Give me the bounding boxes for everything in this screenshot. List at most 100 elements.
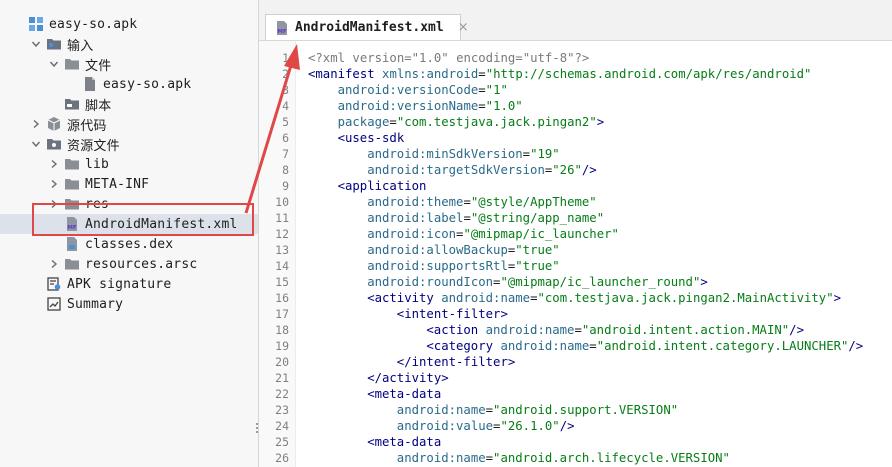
code-token-plain: = [463, 195, 471, 209]
code-token-attr: android:name [441, 291, 531, 305]
code-token-attr: android:versionCode [337, 83, 479, 97]
tree-item-label: 资源文件 [67, 138, 120, 154]
tree-item-res[interactable]: res [0, 194, 258, 214]
editor-tab-bar: MF AndroidManifest.xml × [259, 0, 892, 41]
code-token-plain: = [574, 323, 582, 337]
code-line: <action android:name="android.intent.act… [426, 322, 804, 338]
folder-icon [64, 56, 80, 72]
tree-item-easy-so-apk[interactable]: easy-so.apk [0, 74, 258, 94]
code-token-attr: android:value [396, 419, 494, 433]
tree-item-summary[interactable]: Summary [0, 294, 258, 314]
input-folder-icon [46, 36, 62, 52]
project-tree[interactable]: easy-so.apk 输入 文件 easy-so.apk 脚本 源代码 资源文件 lib ME… [0, 0, 259, 467]
code-token-str: "true" [515, 259, 560, 273]
code-token-str: "26" [552, 163, 582, 177]
code-token-tag: > [700, 275, 708, 289]
code-token-attr: android:versionName [337, 99, 479, 113]
code-token-tag: > [596, 115, 605, 129]
code-token-attr: android:roundIcon [367, 275, 494, 289]
dex-file-icon [64, 236, 80, 252]
line-number: 17 [275, 307, 289, 321]
line-number: 25 [275, 435, 289, 449]
tree-item-label: 脚本 [85, 98, 112, 114]
code-token-str: "http://schemas.android.com/apk/res/andr… [485, 67, 812, 81]
tree-item-classes-dex[interactable]: classes.dex [0, 234, 258, 254]
tree-item-5[interactable]: 源代码 [0, 114, 258, 134]
code-line: android:theme="@style/AppTheme" [367, 194, 597, 210]
signature-icon [46, 276, 62, 292]
tree-item-4[interactable]: 脚本 [0, 94, 258, 114]
line-number-gutter: 1 2 3 4 5 6 7 8 9 10 11 12 13 14 15 16 17 18 19 20 21 22 23 24 2… [256, 41, 296, 467]
line-number: 4 [282, 99, 289, 113]
tree-item-lib[interactable]: lib [0, 154, 258, 174]
code-line: </intent-filter> [397, 354, 515, 370]
code-token-attr: android:name [485, 323, 575, 337]
chevron-down-icon[interactable] [30, 138, 42, 150]
tree-item-1[interactable]: 输入 [0, 34, 258, 54]
line-number: 13 [275, 243, 289, 257]
chevron-down-icon[interactable] [48, 58, 60, 70]
code-token-plain: = [522, 147, 531, 161]
folder-icon [64, 176, 80, 192]
line-number: 21 [275, 371, 289, 385]
code-token-str: "android.support.VERSION" [493, 403, 679, 417]
tree-item-meta-inf[interactable]: META-INF [0, 174, 258, 194]
line-number: 9 [282, 179, 289, 193]
line-number: 1 [282, 51, 289, 65]
code-token-tag: </intent-filter> [396, 355, 516, 369]
code-token-plain: = [478, 67, 486, 81]
folder-icon [64, 196, 80, 212]
code-token-str: "26.1.0" [500, 419, 560, 433]
code-token-str: "@string/app_name" [470, 211, 605, 225]
code-token-plain: = [478, 83, 486, 97]
code-line: android:allowBackup="true" [367, 242, 560, 258]
tree-item-easy-so-apk[interactable]: easy-so.apk [0, 14, 258, 34]
chevron-right-icon[interactable] [48, 198, 60, 210]
splitter-grip-icon[interactable] [256, 421, 259, 437]
svg-text:MF: MF [277, 29, 286, 35]
tree-item-apk-signature[interactable]: APK signature [0, 274, 258, 294]
chevron-right-icon[interactable] [30, 118, 42, 130]
code-token-tag: <meta-data [367, 435, 442, 449]
code-token-plain: = [589, 339, 597, 353]
chevron-right-icon[interactable] [48, 178, 60, 190]
tree-item-label: easy-so.apk [49, 16, 138, 32]
code-token-pi: <?xml version="1.0" encoding="utf-8"?> [308, 51, 590, 65]
chevron-down-icon[interactable] [30, 38, 42, 50]
line-number: 20 [275, 355, 289, 369]
chevron-right-icon[interactable] [48, 158, 60, 170]
line-number: 7 [282, 147, 289, 161]
tree-item-androidmanifest-xml[interactable]: MF AndroidManifest.xml [0, 214, 258, 234]
code-token-tag: <intent-filter> [396, 307, 508, 321]
line-number: 14 [275, 259, 289, 273]
line-number: 6 [282, 131, 289, 145]
code-token-attr: android:name [396, 451, 486, 465]
code-token-tag: <action [426, 323, 479, 337]
code-token-tag: <category [426, 339, 494, 353]
code-line: <?xml version="1.0" encoding="utf-8"?> [308, 50, 589, 66]
code-token-tag: <application [337, 179, 427, 193]
line-number: 3 [282, 83, 289, 97]
code-token-tag: <uses-sdk [337, 131, 405, 145]
code-token-plain: = [485, 403, 494, 417]
app-window: easy-so.apk 输入 文件 easy-so.apk 脚本 源代码 资源文件 lib ME… [0, 0, 892, 467]
resources-folder-icon [46, 136, 62, 152]
chevron-right-icon[interactable] [48, 258, 60, 270]
tree-item-2[interactable]: 文件 [0, 54, 258, 74]
tree-item-label: Summary [67, 296, 124, 312]
code-line: android:name="android.arch.lifecycle.VER… [397, 450, 730, 466]
close-icon[interactable]: × [458, 20, 469, 35]
code-line: android:supportsRtl="true" [367, 258, 560, 274]
line-number: 5 [282, 115, 289, 129]
tab-android-manifest[interactable]: MF AndroidManifest.xml × [265, 14, 469, 40]
tree-item-label: 源代码 [67, 118, 107, 134]
summary-icon [46, 296, 62, 312]
tree-item-6[interactable]: 资源文件 [0, 134, 258, 154]
line-number: 15 [275, 275, 289, 289]
tree-item-resources-arsc[interactable]: resources.arsc [0, 254, 258, 274]
folder-icon [64, 156, 80, 172]
manifest-file-icon: MF [64, 216, 80, 232]
